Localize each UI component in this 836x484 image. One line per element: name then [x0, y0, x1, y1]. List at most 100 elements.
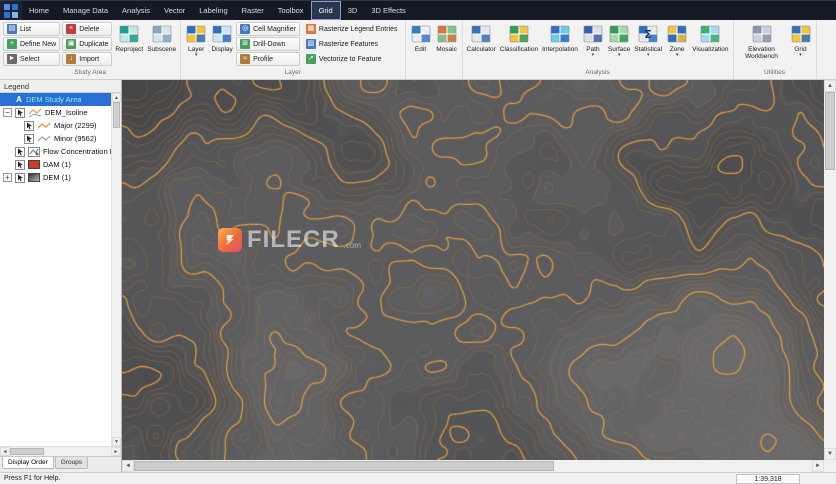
- scrollbar-track[interactable]: [112, 128, 121, 437]
- panel-tab-groups[interactable]: Groups: [54, 457, 89, 469]
- legend-item-flow-concentration-res[interactable]: Flow Concentration Res...: [0, 145, 111, 158]
- button-label: Visualization: [692, 46, 729, 53]
- select-button[interactable]: ► Select: [3, 52, 61, 66]
- panel-tab-display-order[interactable]: Display Order: [2, 457, 54, 469]
- rasterize-features-button[interactable]: ▨ Rasterize Features: [302, 37, 402, 51]
- button-label: Rasterize Legend Entries: [318, 25, 398, 33]
- map-viewport[interactable]: FILECR .com: [122, 80, 824, 460]
- classification-button[interactable]: Classification: [498, 22, 540, 54]
- ribbon-group-label: Study Area: [74, 69, 106, 76]
- calculator-icon: [470, 23, 492, 45]
- legend-tree: A DEM Study Area − DEM_Isoline Major (2299) M…: [0, 93, 111, 446]
- legend-item-dem-isoline[interactable]: − DEM_Isoline: [0, 106, 111, 119]
- layer-select-icon: [15, 146, 25, 157]
- button-label: List: [20, 25, 31, 33]
- ribbon-tab-3d-effects[interactable]: 3D Effects: [364, 1, 412, 20]
- legend-item-major-2299[interactable]: Major (2299): [0, 119, 111, 132]
- collapse-icon[interactable]: −: [3, 108, 12, 117]
- duplicate-button[interactable]: ▣ Duplicate: [62, 37, 113, 51]
- elevation-workbench-icon: [751, 23, 773, 45]
- scroll-right-icon[interactable]: ►: [812, 460, 824, 472]
- zone-button[interactable]: Zone ▾: [664, 22, 690, 59]
- statistical-button[interactable]: Σ Statistical ▾: [632, 22, 664, 59]
- profile-icon: ≈: [240, 54, 251, 64]
- list-button[interactable]: ▤ List: [3, 22, 61, 36]
- visualization-button[interactable]: Visualization: [690, 22, 730, 54]
- scroll-down-icon[interactable]: ▼: [112, 437, 121, 446]
- legend-horizontal-scrollbar[interactable]: ◄ ►: [0, 446, 121, 456]
- ribbon: ▤ List + Define New ► Select × Delete ▣ Duplicate…: [0, 20, 836, 80]
- ribbon-group-study-area: ▤ List + Define New ► Select × Delete ▣ Duplicate…: [0, 20, 182, 79]
- ribbon-tab-vector[interactable]: Vector: [157, 1, 192, 20]
- ribbon-group-label: [406, 68, 462, 79]
- layer-select-icon: [24, 120, 34, 131]
- button-label: Subscene: [147, 46, 177, 53]
- ribbon-group-unlabeled: Edit Mosaic: [406, 20, 463, 79]
- ribbon-tab-home[interactable]: Home: [22, 1, 56, 20]
- scrollbar-thumb[interactable]: [113, 102, 120, 128]
- map-vertical-scrollbar[interactable]: ▲ ▼: [824, 80, 836, 460]
- button-label: Import: [79, 55, 100, 63]
- import-button[interactable]: ↓ Import: [62, 52, 113, 66]
- calculator-button[interactable]: Calculator: [465, 22, 498, 54]
- scrollbar-thumb[interactable]: [134, 461, 554, 471]
- edit-button[interactable]: Edit: [408, 22, 434, 54]
- vectorize-to-feature-button[interactable]: ↗ Vectorize to Feature: [302, 52, 402, 66]
- ribbon-tab-toolbox[interactable]: Toolbox: [271, 1, 311, 20]
- drill-down-button[interactable]: ⊞ Drill-Down: [236, 37, 300, 51]
- expand-icon[interactable]: +: [3, 173, 12, 182]
- ribbon-tab-raster[interactable]: Raster: [235, 1, 271, 20]
- cell-magnifier-button[interactable]: ◎ Cell Magnifier: [236, 22, 300, 36]
- text-label-icon: A: [16, 95, 22, 104]
- legend-item-minor-9562[interactable]: Minor (9562): [0, 132, 111, 145]
- scrollbar-track[interactable]: [554, 460, 812, 472]
- mosaic-button[interactable]: Mosaic: [434, 22, 460, 54]
- ribbon-tab-analysis[interactable]: Analysis: [115, 1, 157, 20]
- scrollbar-thumb[interactable]: [10, 448, 44, 455]
- surface-button[interactable]: Surface ▾: [606, 22, 632, 59]
- button-label: Mosaic: [436, 46, 457, 53]
- layer-button[interactable]: Layer ▾: [183, 22, 209, 59]
- delete-button[interactable]: × Delete: [62, 22, 113, 36]
- select-icon: ►: [7, 54, 17, 64]
- subscene-button[interactable]: Subscene: [145, 22, 178, 54]
- scroll-left-icon[interactable]: ◄: [0, 447, 10, 456]
- define-new-button[interactable]: + Define New: [3, 37, 61, 51]
- scrollbar-track[interactable]: [824, 170, 836, 448]
- scroll-up-icon[interactable]: ▲: [112, 93, 121, 102]
- rasterize-legend-entries-button[interactable]: ▦ Rasterize Legend Entries: [302, 22, 402, 36]
- legend-item-dam-1[interactable]: DAM (1): [0, 158, 111, 171]
- path-button[interactable]: Path ▾: [580, 22, 606, 59]
- legend-tree-area: A DEM Study Area − DEM_Isoline Major (2299) M…: [0, 93, 121, 446]
- subscene-icon: [151, 23, 173, 45]
- dropdown-arrow-icon: ▾: [646, 52, 650, 58]
- map-horizontal-scrollbar[interactable]: ◄ ►: [122, 460, 824, 472]
- display-button[interactable]: Display: [209, 22, 235, 54]
- scroll-up-icon[interactable]: ▲: [824, 80, 836, 92]
- reproject-button[interactable]: Reproject: [113, 22, 145, 54]
- interpolation-button[interactable]: Interpolation: [540, 22, 580, 54]
- ribbon-tab-labeling[interactable]: Labeling: [192, 1, 234, 20]
- list-icon: ▤: [7, 24, 17, 34]
- map-canvas[interactable]: [122, 80, 824, 460]
- scrollbar-track[interactable]: [44, 447, 111, 456]
- scroll-right-icon[interactable]: ►: [111, 447, 121, 456]
- grid-button[interactable]: Grid ▾: [788, 22, 814, 59]
- visualization-icon: [699, 23, 721, 45]
- ribbon-tab-3d[interactable]: 3D: [341, 1, 365, 20]
- scroll-left-icon[interactable]: ◄: [122, 460, 134, 472]
- ribbon-tab-grid[interactable]: Grid: [310, 1, 341, 20]
- profile-button[interactable]: ≈ Profile: [236, 52, 300, 66]
- ribbon-button-column: ◎ Cell Magnifier ⊞ Drill-Down ≈ Profile: [235, 22, 301, 66]
- scrollbar-thumb[interactable]: [825, 92, 835, 170]
- minor-contour-symbol: [37, 134, 51, 144]
- legend-item-label: Major (2299): [54, 121, 97, 130]
- legend-item-dem-study-area[interactable]: A DEM Study Area: [0, 93, 111, 106]
- legend-vertical-scrollbar[interactable]: ▲ ▼: [111, 93, 121, 446]
- elevation-workbench-button[interactable]: Elevation Workbench: [736, 22, 788, 61]
- legend-item-dem-1[interactable]: + DEM (1): [0, 171, 111, 184]
- dropdown-arrow-icon: ▾: [617, 52, 621, 58]
- app-icon[interactable]: [0, 0, 22, 21]
- ribbon-tab-manage-data[interactable]: Manage Data: [56, 1, 115, 20]
- scroll-down-icon[interactable]: ▼: [824, 448, 836, 460]
